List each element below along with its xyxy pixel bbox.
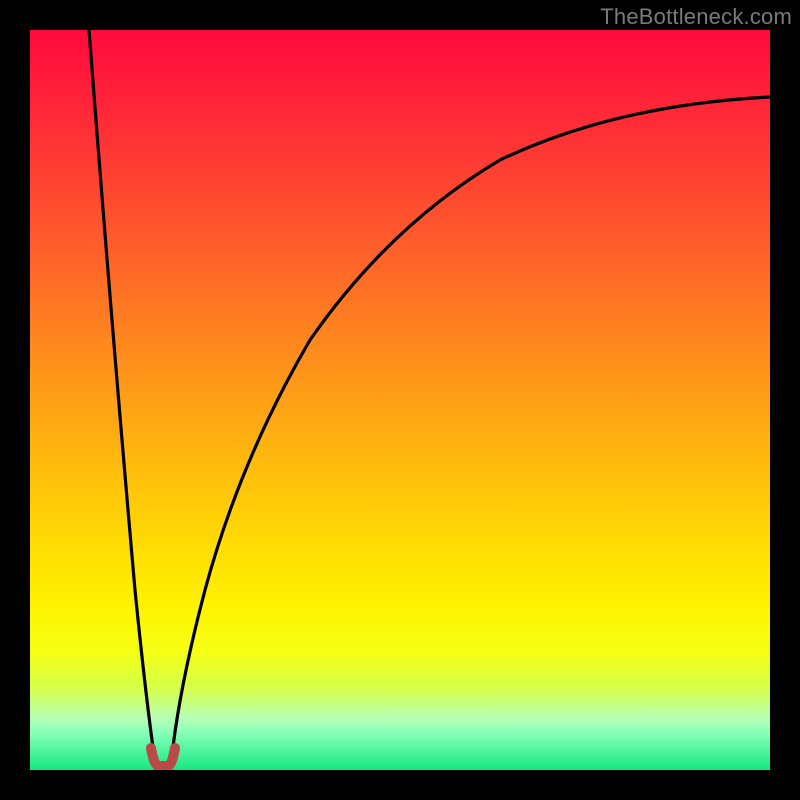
curve-notch-u	[151, 748, 175, 766]
curve-left-branch	[89, 30, 154, 755]
curve-layer	[30, 30, 770, 770]
plot-area	[30, 30, 770, 770]
chart-frame: TheBottleneck.com	[0, 0, 800, 800]
watermark-text: TheBottleneck.com	[600, 4, 792, 30]
curve-right-branch	[172, 97, 770, 755]
